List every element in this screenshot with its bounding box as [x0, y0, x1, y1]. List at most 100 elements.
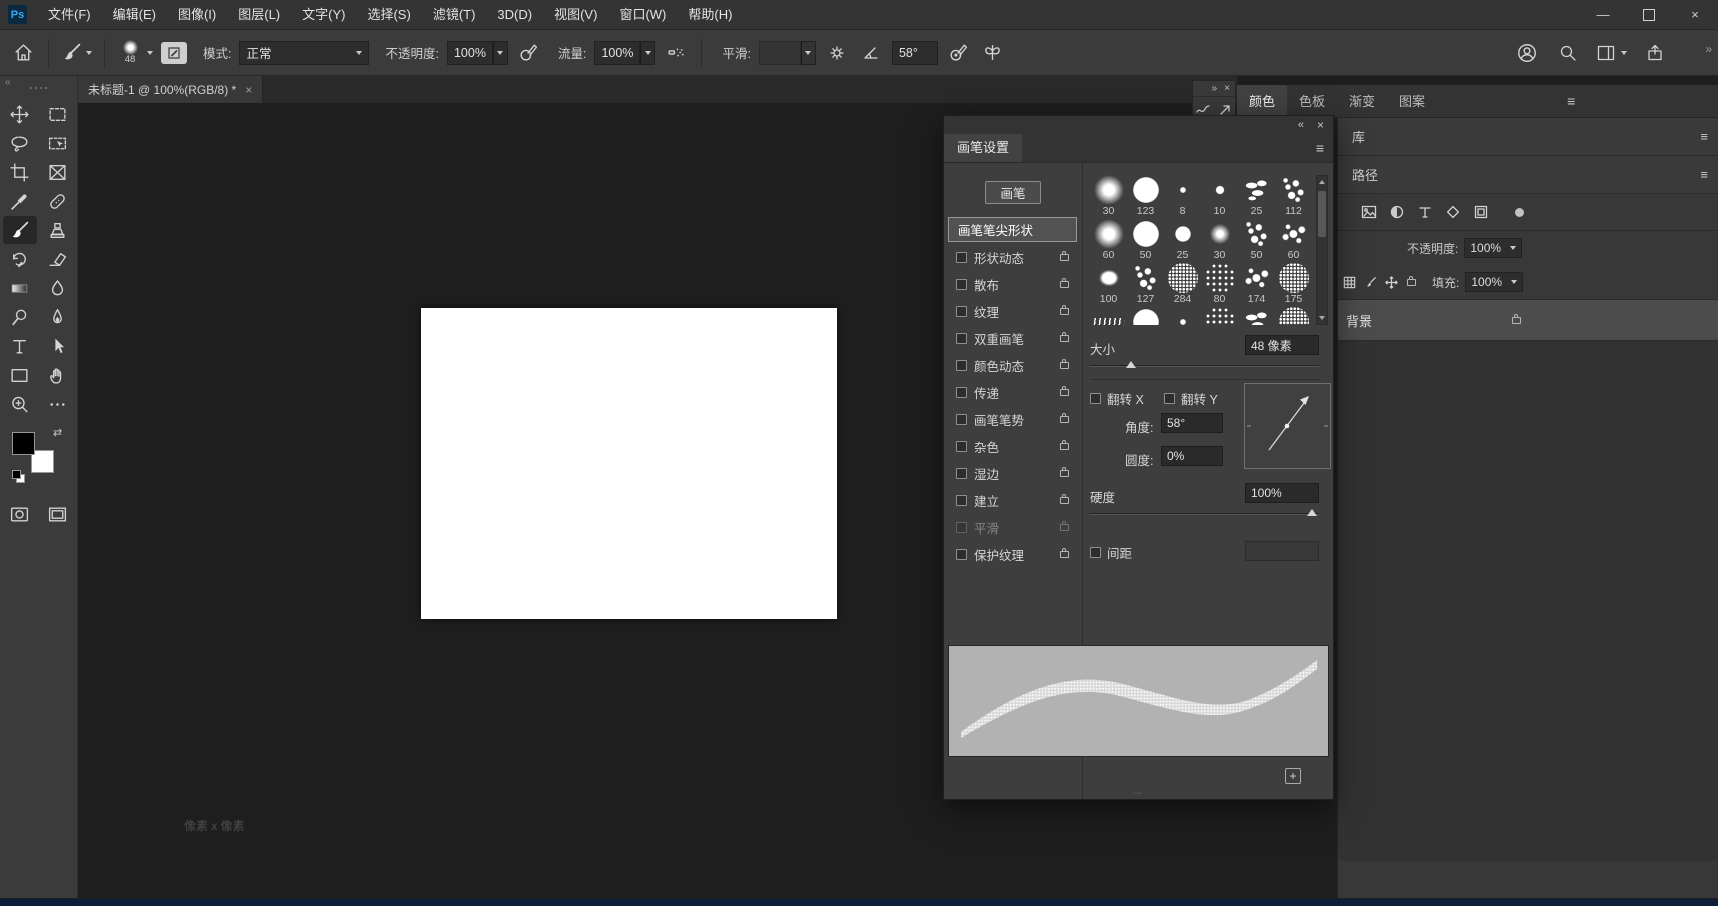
horizontal-type-tool[interactable] [3, 332, 37, 360]
brush-preset[interactable]: 80 [1201, 307, 1238, 325]
options-overflow-indicator[interactable]: » [1705, 42, 1712, 56]
minimize-button[interactable]: — [1580, 0, 1626, 30]
history-brush-tool[interactable] [3, 245, 37, 273]
panel-resize-grip[interactable]: ⋯ [1133, 788, 1144, 799]
checkbox[interactable] [956, 549, 967, 560]
menu-item-3d[interactable]: 3D(D) [486, 0, 543, 30]
toolbar-collapse-icon[interactable]: « [5, 77, 11, 88]
brush-preset[interactable]: 30 [1201, 219, 1238, 263]
filter-pixel-layers-icon[interactable] [1361, 204, 1377, 220]
menu-item-type[interactable]: 文字(Y) [291, 0, 356, 30]
brushes-button[interactable]: 画笔 [985, 181, 1041, 204]
photoshop-logo[interactable]: Ps [8, 5, 27, 24]
home-button[interactable] [10, 40, 36, 66]
checkbox[interactable] [956, 414, 967, 425]
brush-preset[interactable]: 80 [1201, 263, 1238, 307]
panel-menu-icon[interactable]: ≡ [1567, 94, 1575, 108]
maximize-button[interactable] [1626, 0, 1672, 30]
frame-tool[interactable] [41, 158, 75, 186]
gradient-tool[interactable] [3, 274, 37, 302]
brush-option-scattering[interactable]: 散布 [948, 271, 1077, 298]
slider-thumb-icon[interactable] [1307, 509, 1317, 516]
lock-all-icon[interactable] [1407, 279, 1416, 286]
lock-icon[interactable] [1060, 551, 1069, 558]
size-slider[interactable] [1090, 361, 1319, 370]
slider-thumb-icon[interactable] [1126, 361, 1136, 368]
brush-preset[interactable]: 123 [1127, 175, 1164, 219]
move-tool[interactable] [3, 100, 37, 128]
menu-item-view[interactable]: 视图(V) [543, 0, 608, 30]
checkbox[interactable] [956, 441, 967, 452]
brush-preset[interactable]: 60 [1275, 219, 1312, 263]
panel-menu-icon[interactable]: ≡ [1700, 130, 1708, 144]
collapse-panel-icon[interactable]: « [1298, 119, 1304, 131]
toolbar-grip[interactable] [0, 76, 77, 94]
paint-symmetry-button[interactable] [980, 40, 1006, 66]
brush-option-shape-dynamics[interactable]: 形状动态 [948, 244, 1077, 271]
brush-preset[interactable]: 8 [1164, 175, 1201, 219]
brush-option-wet-edges[interactable]: 湿边 [948, 460, 1077, 487]
smoothing-value-box[interactable] [759, 41, 801, 65]
brush-option-protect-texture[interactable]: 保护纹理 [948, 541, 1077, 568]
eyedropper-tool[interactable] [3, 187, 37, 215]
flow-dropdown-button[interactable] [640, 41, 655, 65]
scroll-up-icon[interactable] [1319, 180, 1325, 184]
lock-icon[interactable] [1060, 389, 1069, 396]
eraser-tool[interactable] [41, 245, 75, 273]
hardness-slider[interactable] [1090, 509, 1319, 518]
brush-option-build-up[interactable]: 建立 [948, 487, 1077, 514]
blend-mode-select[interactable]: 正常 [239, 41, 369, 65]
smoothing-dropdown-button[interactable] [801, 41, 816, 65]
filter-toggle-icon[interactable] [1515, 208, 1524, 217]
brush-preset[interactable]: 175 [1275, 263, 1312, 307]
filter-type-layers-icon[interactable] [1417, 204, 1433, 220]
brush-preset[interactable]: 30 [1090, 175, 1127, 219]
brush-option-noise[interactable]: 杂色 [948, 433, 1077, 460]
opacity-value-box[interactable]: 100% [447, 41, 493, 65]
lock-icon[interactable] [1060, 497, 1069, 504]
lock-position-icon[interactable] [1384, 275, 1399, 290]
filter-adjustment-layers-icon[interactable] [1389, 204, 1405, 220]
close-button[interactable]: × [1672, 0, 1718, 30]
lock-icon[interactable] [1060, 443, 1069, 450]
pressure-size-button[interactable] [946, 40, 972, 66]
preset-scrollbar[interactable] [1316, 175, 1328, 325]
tab-swatches[interactable]: 色板 [1287, 85, 1337, 118]
panel-menu-icon[interactable]: ≡ [1700, 168, 1708, 182]
close-dock-icon[interactable]: × [1224, 83, 1230, 94]
brush-preset[interactable]: 10 [1201, 175, 1238, 219]
checkbox[interactable] [956, 360, 967, 371]
edit-toolbar-button[interactable] [41, 390, 75, 418]
tab-libraries[interactable]: 库 [1338, 127, 1379, 146]
checkbox[interactable] [1090, 547, 1101, 558]
lock-paint-icon[interactable] [1363, 275, 1378, 290]
slider-track[interactable] [1090, 513, 1319, 515]
opacity-control[interactable]: 100% [447, 41, 508, 65]
document-tab[interactable]: 未标题-1 @ 100%(RGB/8) * × [78, 76, 263, 103]
angle-roundness-control[interactable] [1244, 383, 1331, 469]
tab-brush-settings[interactable]: 画笔设置 [944, 134, 1022, 162]
panel-drag-bar[interactable]: « × [944, 116, 1333, 134]
hand-tool[interactable] [41, 361, 75, 389]
checkbox[interactable] [956, 468, 967, 479]
brush-option-smoothing[interactable]: 平滑 [948, 514, 1077, 541]
checkbox[interactable] [1090, 393, 1101, 404]
lock-icon[interactable] [1060, 362, 1069, 369]
blur-tool[interactable] [41, 274, 75, 302]
layers-fill-input[interactable]: 100% [1465, 272, 1523, 292]
share-icon[interactable] [1642, 40, 1668, 66]
menu-item-select[interactable]: 选择(S) [356, 0, 421, 30]
new-brush-button[interactable]: + [1285, 768, 1301, 784]
flip-y-checkbox[interactable]: 翻转 Y [1164, 389, 1218, 408]
libraries-panel-header[interactable]: 库 ≡ [1338, 118, 1718, 156]
foreground-color-swatch[interactable] [12, 432, 35, 455]
brush-preset[interactable]: 206 [1090, 307, 1127, 325]
lock-icon[interactable] [1060, 416, 1069, 423]
swap-colors-icon[interactable]: ⇄ [53, 426, 62, 439]
scrollbar-thumb[interactable] [1318, 191, 1326, 237]
slider-track[interactable] [1090, 365, 1319, 367]
account-icon[interactable] [1514, 40, 1540, 66]
lock-icon[interactable] [1060, 254, 1069, 261]
menu-item-edit[interactable]: 编辑(E) [102, 0, 167, 30]
brush-preset[interactable]: 50 [1238, 219, 1275, 263]
